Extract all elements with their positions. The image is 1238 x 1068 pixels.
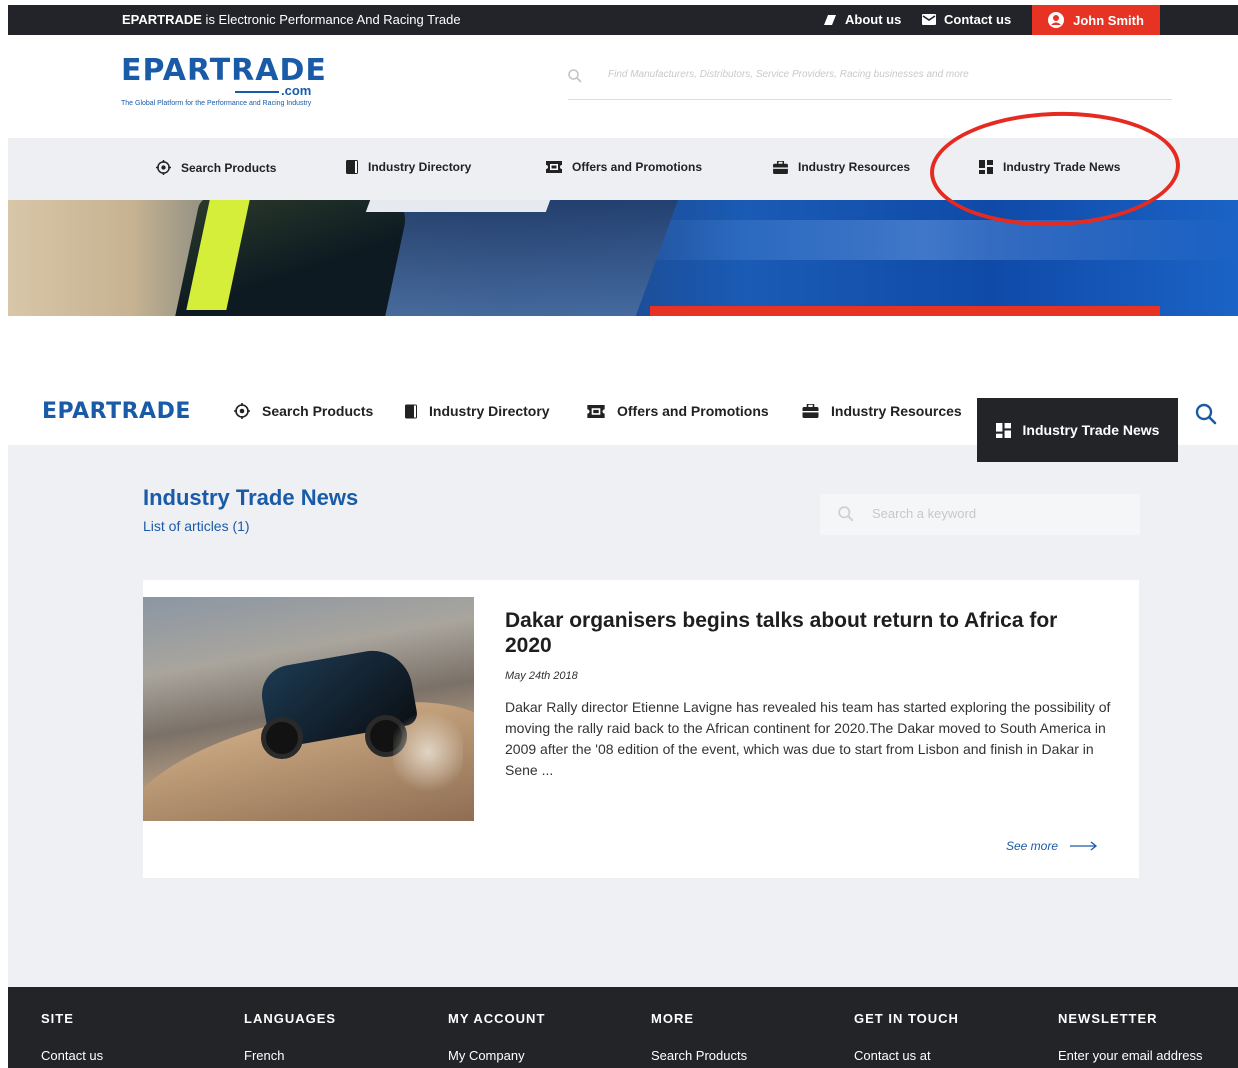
book-icon (346, 160, 358, 174)
footer-col-get-in-touch: GET IN TOUCH Contact us at (854, 1011, 959, 1063)
arrow-right-icon (1070, 841, 1098, 851)
nav-industry-resources[interactable]: Industry Resources (773, 160, 910, 174)
nav-search-button[interactable] (1195, 403, 1217, 430)
nav-label: Industry Directory (429, 403, 550, 419)
user-menu-button[interactable]: John Smith (1032, 5, 1160, 35)
nav-offers-promotions[interactable]: Offers and Promotions (587, 403, 769, 419)
photo-dust (393, 707, 463, 797)
footer-link[interactable]: Search Products (651, 1048, 747, 1063)
nav-industry-resources[interactable]: Industry Resources (802, 403, 962, 419)
footer-heading: MORE (651, 1011, 694, 1026)
user-avatar-icon (1048, 12, 1065, 28)
nav-label: Search Products (181, 160, 277, 175)
footer-col-languages: LANGUAGES French (244, 1011, 336, 1063)
footer-heading: LANGUAGES (244, 1011, 337, 1026)
article-image[interactable] (143, 597, 474, 821)
article-title[interactable]: Dakar organisers begins talks about retu… (505, 608, 1105, 658)
briefcase-icon (802, 404, 819, 418)
grid-icon (995, 422, 1011, 438)
briefcase-icon (773, 160, 788, 174)
site-logo[interactable]: EPARTRADE .com The Global Platform for t… (121, 55, 327, 108)
nav-industry-trade-news-active[interactable]: Industry Trade News (977, 398, 1178, 462)
hero-car-window (365, 200, 551, 212)
footer-col-more: MORE Search Products (651, 1011, 747, 1063)
book-icon (405, 404, 417, 418)
hero-sky (608, 220, 1238, 260)
nav-label: Offers and Promotions (617, 403, 769, 419)
site-tagline: EPARTRADE is Electronic Performance And … (122, 12, 461, 27)
see-more-link[interactable]: See more (1006, 839, 1098, 853)
see-more-label: See more (1006, 839, 1059, 853)
logo-tagline: The Global Platform for the Performance … (121, 100, 312, 107)
nav-label: Industry Trade News (1022, 422, 1160, 438)
tagline-text: is Electronic Performance And Racing Tra… (201, 12, 461, 27)
logo-com: .com (281, 83, 312, 98)
site-logo-small[interactable]: EPARTRADE (42, 399, 191, 424)
footer-link[interactable]: Contact us (41, 1048, 103, 1063)
article-count: List of articles (1) (143, 518, 250, 534)
nav-offers-promotions[interactable]: Offers and Promotions (546, 160, 702, 174)
nav-industry-directory[interactable]: Industry Directory (346, 160, 471, 174)
footer-heading: MY ACCOUNT (448, 1011, 546, 1026)
target-icon (156, 160, 171, 175)
keyword-search (820, 494, 1140, 535)
about-us-label: About us (845, 12, 902, 27)
ticket-icon (587, 404, 605, 418)
article-date: May 24th 2018 (505, 670, 578, 682)
ticket-icon (546, 161, 562, 173)
search-icon (1195, 403, 1217, 425)
footer: SITE Contact us LANGUAGES French MY ACCO… (8, 987, 1238, 1068)
global-search (568, 65, 1172, 100)
contact-us-link[interactable]: Contact us (922, 12, 1011, 27)
contact-us-label: Contact us (944, 12, 1012, 27)
nav-label: Industry Directory (368, 160, 472, 174)
target-icon (234, 403, 250, 419)
nav-label: Industry Resources (831, 403, 962, 419)
envelope-icon (922, 14, 936, 25)
article-excerpt: Dakar Rally director Etienne Lavigne has… (505, 699, 1111, 778)
brand-name: EPARTRADE (122, 12, 202, 27)
footer-text: Contact us at (854, 1048, 931, 1063)
keyword-search-input[interactable] (872, 506, 1122, 521)
logo-underline (235, 91, 279, 93)
article-card[interactable]: Dakar organisers begins talks about retu… (143, 580, 1139, 878)
search-icon (838, 506, 854, 522)
footer-link[interactable]: My Company (448, 1048, 545, 1063)
nav-label: Industry Resources (798, 160, 911, 174)
search-icon (568, 69, 582, 83)
top-bar: EPARTRADE is Electronic Performance And … (8, 5, 1238, 35)
footer-col-newsletter: NEWSLETTER Enter your email address (1058, 1011, 1203, 1063)
footer-heading: SITE (41, 1011, 74, 1026)
nav-label: Offers and Promotions (572, 160, 703, 174)
footer-link[interactable]: French (244, 1048, 336, 1063)
footer-heading: GET IN TOUCH (854, 1011, 959, 1026)
newsletter-email-field[interactable]: Enter your email address (1058, 1048, 1203, 1063)
pen-icon (824, 14, 836, 25)
page-title: Industry Trade News (143, 485, 359, 510)
global-search-input[interactable] (608, 69, 1128, 80)
nav-search-products[interactable]: Search Products (156, 160, 276, 175)
footer-col-site: SITE Contact us (41, 1011, 103, 1063)
sticky-nav: EPARTRADE Search Products Industry Direc… (8, 385, 1238, 462)
user-name: John Smith (1073, 12, 1144, 28)
bottom-screenshot: EPARTRADE Search Products Industry Direc… (8, 385, 1238, 1068)
nav-label: Search Products (262, 403, 374, 419)
hero-red-bar (650, 306, 1160, 316)
about-us-link[interactable]: About us (823, 12, 901, 27)
footer-heading: NEWSLETTER (1058, 1011, 1158, 1026)
page: EPARTRADE is Electronic Performance And … (0, 0, 1238, 1068)
photo-wheel (261, 717, 303, 759)
nav-search-products[interactable]: Search Products (234, 403, 373, 419)
footer-col-my-account: MY ACCOUNT My Company (448, 1011, 545, 1063)
nav-industry-directory[interactable]: Industry Directory (405, 403, 550, 419)
